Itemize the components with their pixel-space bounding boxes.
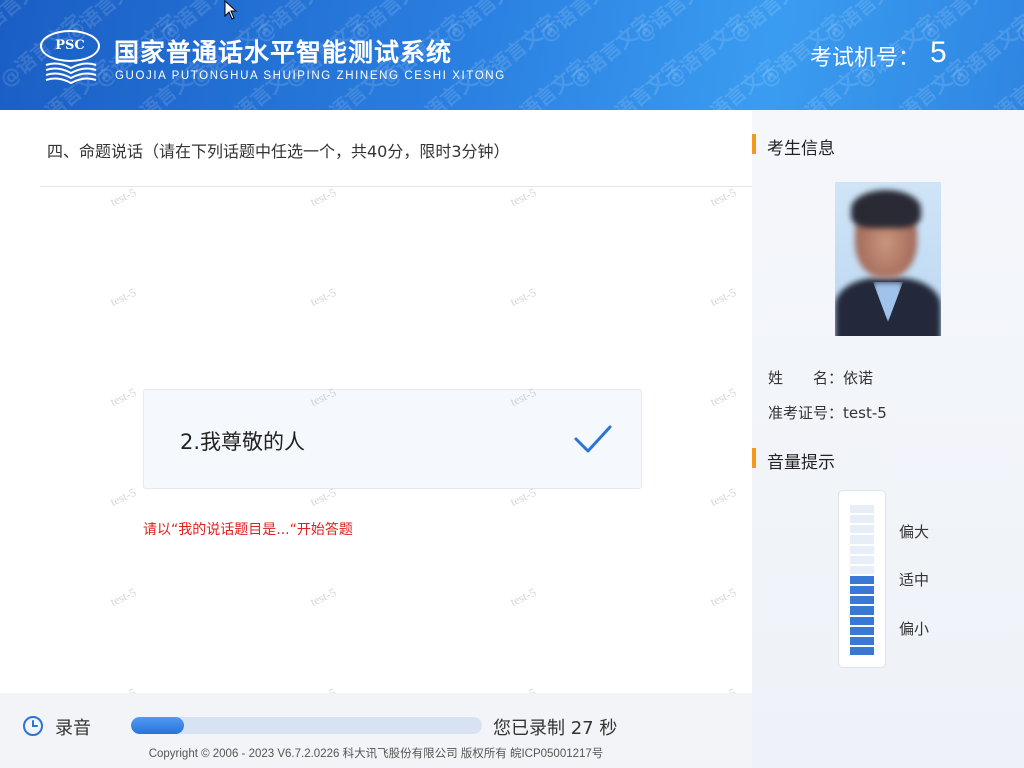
main-watermark: test-5: [508, 185, 539, 210]
volume-meter-cell: [850, 636, 874, 645]
divider: [40, 186, 752, 187]
candidate-sidebar: 考生信息 姓 名：依诺 准考证号：test-5 音量提示 偏大 适中 偏小: [752, 110, 1024, 768]
topic-card[interactable]: 2.我尊敬的人: [143, 389, 642, 489]
volume-meter-cell: [850, 575, 874, 585]
volume-meter-cell: [850, 545, 874, 554]
id-value: test-5: [843, 404, 887, 422]
recording-bar: 录音 您已录制 27 秒 Copyright © 2006 - 2023 V6.…: [0, 693, 752, 768]
question-heading: 四、命题说话（请在下列话题中任选一个，共40分，限时3分钟）: [47, 142, 510, 161]
volume-meter-cell: [850, 646, 874, 656]
main-watermark: test-5: [708, 285, 739, 310]
recording-progress-fill: [131, 717, 184, 734]
seat-number: 5: [930, 36, 947, 69]
recording-time: 您已录制 27 秒: [493, 718, 618, 739]
app-title: 国家普通话水平智能测试系统: [114, 38, 453, 67]
topic-label: 2.我尊敬的人: [180, 430, 306, 454]
main-watermark: test-5: [108, 385, 139, 410]
main-watermark: test-5: [708, 485, 739, 510]
volume-level-low: 偏小: [899, 620, 930, 638]
clock-icon: [23, 716, 43, 736]
volume-meter-cell: [850, 505, 874, 514]
volume-meter-cell: [850, 565, 874, 574]
app-subtitle: GUOJIA PUTONGHUA SHUIPING ZHINENG CESHI …: [115, 70, 506, 82]
book-icon: [45, 62, 97, 84]
main-watermark: test-5: [508, 585, 539, 610]
volume-level-high: 偏大: [899, 523, 930, 541]
main-watermark: test-5: [308, 585, 339, 610]
main-watermark: test-5: [108, 185, 139, 210]
section-accent: [752, 134, 756, 154]
volume-meter-cell: [850, 616, 874, 625]
question-panel: 四、命题说话（请在下列话题中任选一个，共40分，限时3分钟） 2.我尊敬的人 请…: [0, 110, 752, 768]
id-row: 准考证号：test-5: [768, 402, 887, 423]
seat-label: 考试机号：: [810, 46, 921, 71]
volume-meter-cell: [850, 515, 874, 524]
volume-meter-cell: [850, 555, 874, 564]
main-watermark: test-5: [108, 285, 139, 310]
answer-hint: 请以“我的说话题目是...“开始答题: [143, 522, 353, 538]
name-value: 依诺: [843, 369, 874, 387]
recording-progress: [131, 717, 482, 734]
main-watermark: test-5: [108, 485, 139, 510]
volume-meter-cell: [850, 596, 874, 605]
main-watermark: test-5: [108, 585, 139, 610]
volume-meter-cell: [850, 525, 874, 534]
name-label: 姓 名：: [768, 369, 844, 387]
volume-meter: [838, 490, 886, 668]
psc-logo: PSC: [38, 26, 104, 88]
main-watermark: test-5: [308, 185, 339, 210]
main-watermark: test-5: [508, 285, 539, 310]
check-icon: [574, 425, 612, 453]
main-watermark: test-5: [708, 585, 739, 610]
volume-meter-cell: [850, 606, 874, 615]
candidate-photo: [835, 182, 941, 336]
app-header: @语言文字 @语言文字 @语言文字 @语言文字 @语言文字 @语言文字 @语言文字 @语言文字…: [0, 0, 1024, 110]
main-watermark: test-5: [308, 285, 339, 310]
candidate-info-title: 考生信息: [767, 139, 835, 159]
volume-meter-cell: [850, 626, 874, 635]
id-label: 准考证号：: [768, 404, 844, 422]
volume-title: 音量提示: [767, 453, 835, 473]
mouse-cursor-icon: [224, 0, 238, 20]
section-accent: [752, 448, 756, 468]
volume-level-mid: 适中: [899, 571, 930, 589]
volume-meter-cell: [850, 586, 874, 595]
recording-label: 录音: [55, 718, 91, 739]
volume-meter-cell: [850, 535, 874, 544]
copyright-text: Copyright © 2006 - 2023 V6.7.2.0226 科大讯飞…: [148, 748, 604, 760]
main-watermark: test-5: [708, 185, 739, 210]
psc-logo-text: PSC: [40, 30, 100, 62]
main-watermark: test-5: [708, 385, 739, 410]
name-row: 姓 名：依诺: [768, 367, 873, 388]
volume-meter-cells: [850, 505, 874, 656]
